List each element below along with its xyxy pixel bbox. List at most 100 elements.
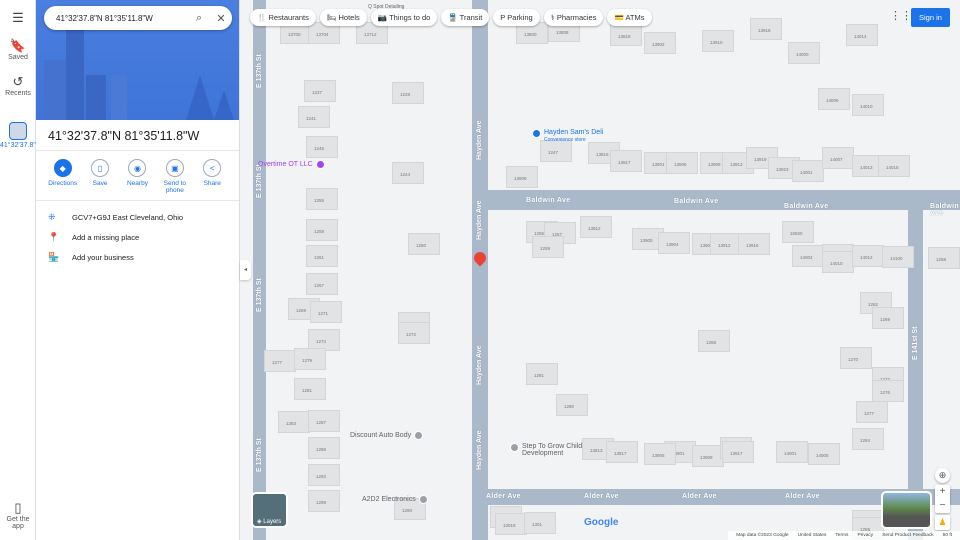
pegman-button[interactable]: ♟: [935, 515, 950, 530]
share-button[interactable]: < Share: [194, 159, 230, 194]
poi-label: Step To Grow Child Development: [522, 443, 583, 457]
place-thumbnail: [9, 122, 27, 140]
chip-hotels[interactable]: 🛏 Hotels: [319, 9, 367, 26]
address-label: 1280: [564, 404, 575, 409]
address-label: 1272: [406, 332, 417, 337]
menu-button[interactable]: ☰: [0, 10, 36, 26]
address-label: 13018: [503, 523, 516, 528]
address-label: 1283: [286, 421, 297, 426]
sign-in-button[interactable]: Sign in: [911, 8, 950, 27]
map-canvas[interactable]: E 137th St E 137th St E 137th St E 137th…: [240, 0, 960, 540]
poi-discount-auto[interactable]: Discount Auto Body: [350, 431, 424, 440]
address-label: 1289: [316, 447, 327, 452]
poi-label: Overtime OT LLC: [258, 161, 313, 168]
poi-a2d2[interactable]: A2D2 Electronics: [362, 495, 428, 504]
road-label-hayden: Hayden Ave: [476, 120, 483, 160]
address-label: 1277: [272, 360, 283, 365]
nearby-label: Nearby: [126, 180, 148, 187]
address-label: 13901: [652, 162, 665, 167]
road-label-alder: Alder Ave: [682, 493, 717, 500]
road-label-e137: E 137th St: [256, 278, 263, 312]
menu-icon: ☰: [12, 10, 24, 25]
road-label-baldwin: Baldwin Ave: [784, 203, 829, 210]
address-label: 1267: [314, 283, 325, 288]
address-label: 13900: [640, 238, 653, 243]
address-label: 14004: [800, 255, 813, 260]
chip-transit[interactable]: 🚆 Transit: [441, 9, 490, 26]
address-label: 13902: [652, 42, 665, 47]
send-to-phone-button[interactable]: ▣ Send to phone: [157, 159, 193, 194]
layers-label: Layers: [263, 519, 282, 525]
address-label: 1255: [314, 198, 325, 203]
address-label: 13919: [754, 157, 767, 162]
address-label: 14001: [784, 451, 797, 456]
school-icon: [510, 443, 519, 452]
zoom-out-button[interactable]: −: [935, 499, 950, 513]
address-label: 14006: [826, 98, 839, 103]
chip-things-to-do[interactable]: 📷 Things to do: [370, 9, 438, 26]
address-label: 1237: [312, 90, 323, 95]
scale-bar[interactable]: 50 ft: [943, 533, 952, 538]
directions-button[interactable]: ◆ Directions: [45, 159, 81, 194]
privacy-link[interactable]: Privacy: [857, 533, 873, 538]
address-label: 13812: [588, 226, 601, 231]
feedback-link[interactable]: Send Product Feedback: [882, 533, 933, 538]
chip-atms[interactable]: 💳 ATMs: [607, 9, 652, 26]
collapse-panel-button[interactable]: ◂: [240, 260, 251, 280]
road-label-alder: Alder Ave: [584, 493, 619, 500]
store-icon: [532, 129, 541, 138]
poi-step-to-grow[interactable]: Step To Grow Child Development: [510, 443, 592, 457]
save-button[interactable]: ▯ Save: [82, 159, 118, 194]
get-app-button[interactable]: ▯ Get the app: [0, 500, 36, 530]
address-label: 13905: [652, 453, 665, 458]
region-link[interactable]: United States: [798, 533, 827, 538]
chip-icon: 🚆: [448, 13, 458, 22]
address-label: 1241: [306, 116, 317, 121]
address-label: 1269: [880, 317, 891, 322]
nearby-button[interactable]: ◉ Nearby: [119, 159, 155, 194]
search-icon[interactable]: ⌕: [188, 12, 210, 25]
my-location-button[interactable]: ⊕: [935, 468, 950, 483]
street-view-preview[interactable]: [881, 491, 932, 529]
poi-overtime[interactable]: Overtime OT LLC: [258, 160, 325, 169]
saved-button[interactable]: 🔖 Saved: [0, 38, 36, 61]
add-missing-place-row[interactable]: 📍 Add a missing place: [48, 227, 227, 247]
address-label: 1270: [848, 357, 859, 362]
my-location-icon: ⊕: [938, 470, 947, 480]
address-label: 1228: [400, 92, 411, 97]
action-row: ◆ Directions ▯ Save ◉ Nearby ▣ Send to phone…: [36, 151, 239, 201]
address-label: 13817: [618, 160, 631, 165]
zoom-in-button[interactable]: +: [935, 485, 950, 499]
chip-label: Things to do: [389, 13, 431, 22]
chip-label: ATMs: [625, 13, 645, 22]
phone-icon: ▯: [14, 500, 22, 515]
address-label: 13818: [618, 34, 631, 39]
add-place-icon: 📍: [48, 231, 60, 242]
chip-pharmacies[interactable]: ⚕ Pharmacies: [543, 9, 604, 26]
road-label-baldwin: Baldwin Ave: [526, 197, 571, 204]
chip-restaurants[interactable]: 🍴 Restaurants: [250, 9, 316, 26]
address-label: 13809: [514, 176, 527, 181]
directions-label: Directions: [48, 180, 78, 187]
chip-parking[interactable]: P Parking: [493, 9, 540, 26]
address-label: 14012: [860, 255, 873, 260]
road-label-e137: E 137th St: [256, 164, 263, 198]
address-label: 1245: [314, 146, 325, 151]
recents-button[interactable]: ↺ Recents: [0, 74, 36, 97]
layers-button[interactable]: ◈ Layers: [251, 492, 288, 528]
poi-label: A2D2 Electronics: [362, 496, 416, 503]
add-business-row[interactable]: 🏪 Add your business: [48, 247, 227, 267]
address-label: 14010: [830, 261, 843, 266]
recent-place-item[interactable]: 41°32'37.8"N...: [0, 122, 47, 149]
plus-code-row[interactable]: ⁜ GCV7+G9J East Cleveland, Ohio: [48, 207, 227, 227]
terms-link[interactable]: Terms: [835, 533, 848, 538]
search-box[interactable]: 41°32'37.8"N 81°35'11.8"W ⌕ ✕: [44, 6, 232, 30]
close-icon[interactable]: ✕: [210, 12, 232, 25]
chip-label: Pharmacies: [556, 13, 597, 22]
address-label: 13923: [776, 167, 789, 172]
search-input[interactable]: 41°32'37.8"N 81°35'11.8"W: [56, 14, 188, 23]
address-label: 1276: [880, 390, 891, 395]
poi-label: Hayden Sam's Deli: [544, 129, 604, 136]
poi-deli[interactable]: Hayden Sam's Deli Convenience store: [532, 129, 603, 143]
address-label: 1284: [860, 438, 871, 443]
